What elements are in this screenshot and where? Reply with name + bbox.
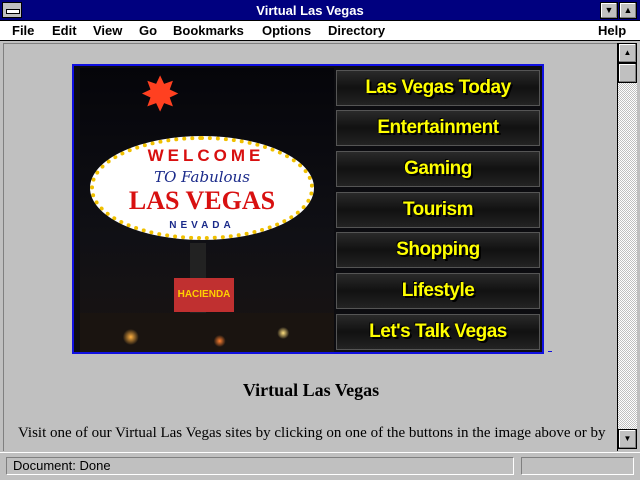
sign-welcome: WELCOME	[147, 146, 265, 165]
nav-button-entertainment[interactable]: Entertainment	[336, 110, 540, 146]
sign-nevada: NEVADA	[169, 220, 235, 231]
menu-go[interactable]: Go	[139, 23, 157, 38]
nav-button-shopping[interactable]: Shopping	[336, 232, 540, 268]
page-content: ✸ WELCOME TO Fabulous LAS VEGAS NEVADA H…	[3, 43, 617, 451]
window-title: Virtual Las Vegas	[256, 3, 364, 18]
menu-file[interactable]: File	[12, 23, 34, 38]
vegas-sign-photo: ✸ WELCOME TO Fabulous LAS VEGAS NEVADA H…	[80, 68, 334, 352]
system-menu-icon[interactable]	[2, 2, 22, 18]
maximize-button[interactable]: ▲	[619, 2, 637, 19]
intro-paragraph: Visit one of our Virtual Las Vegas sites…	[18, 425, 606, 441]
menu-view[interactable]: View	[93, 23, 122, 38]
page-heading: Virtual Las Vegas	[242, 380, 380, 400]
status-bar: Document: Done	[0, 452, 640, 480]
menu-bookmarks[interactable]: Bookmarks	[173, 23, 244, 38]
menu-directory[interactable]: Directory	[328, 23, 385, 38]
scroll-thumb[interactable]	[618, 63, 637, 83]
nav-button-gaming[interactable]: Gaming	[336, 151, 540, 187]
nav-button-column: Las Vegas Today Entertainment Gaming Tou…	[336, 68, 542, 351]
nav-button-lets-talk-vegas[interactable]: Let's Talk Vegas	[336, 314, 540, 350]
title-bar: Virtual Las Vegas ▼ ▲	[0, 0, 640, 21]
nav-button-las-vegas-today[interactable]: Las Vegas Today	[336, 70, 540, 106]
scroll-track[interactable]	[618, 63, 637, 429]
status-text: Document: Done	[6, 457, 514, 475]
starburst-icon: ✸	[140, 69, 181, 122]
scroll-up-icon[interactable]: ▲	[618, 43, 637, 63]
sign-fabulous: TO Fabulous	[154, 168, 250, 186]
nav-button-lifestyle[interactable]: Lifestyle	[336, 273, 540, 309]
welcome-sign: WELCOME TO Fabulous LAS VEGAS NEVADA	[90, 136, 314, 240]
street-lights	[80, 313, 334, 352]
link-underline[interactable]	[548, 351, 552, 352]
progress-indicator	[521, 457, 634, 475]
menu-help[interactable]: Help	[598, 23, 626, 38]
vertical-scrollbar[interactable]: ▲ ▼	[617, 43, 637, 451]
menu-edit[interactable]: Edit	[52, 23, 77, 38]
menu-bar: File Edit View Go Bookmarks Options Dire…	[0, 21, 640, 41]
image-map[interactable]: ✸ WELCOME TO Fabulous LAS VEGAS NEVADA H…	[72, 64, 544, 354]
minimize-button[interactable]: ▼	[600, 2, 618, 19]
menu-options[interactable]: Options	[262, 23, 311, 38]
nav-button-tourism[interactable]: Tourism	[336, 192, 540, 228]
sign-las-vegas: LAS VEGAS	[128, 186, 276, 215]
scroll-down-icon[interactable]: ▼	[618, 429, 637, 449]
hacienda-sign: HACIENDA	[174, 278, 234, 312]
